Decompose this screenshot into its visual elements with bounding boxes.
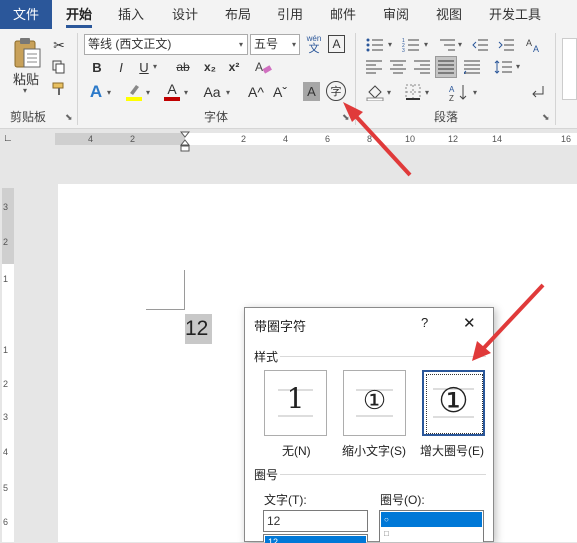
arrow-to-enlarge-style	[472, 283, 545, 361]
arrow-to-enclose-button	[343, 102, 412, 177]
annotation-arrows	[343, 102, 545, 361]
